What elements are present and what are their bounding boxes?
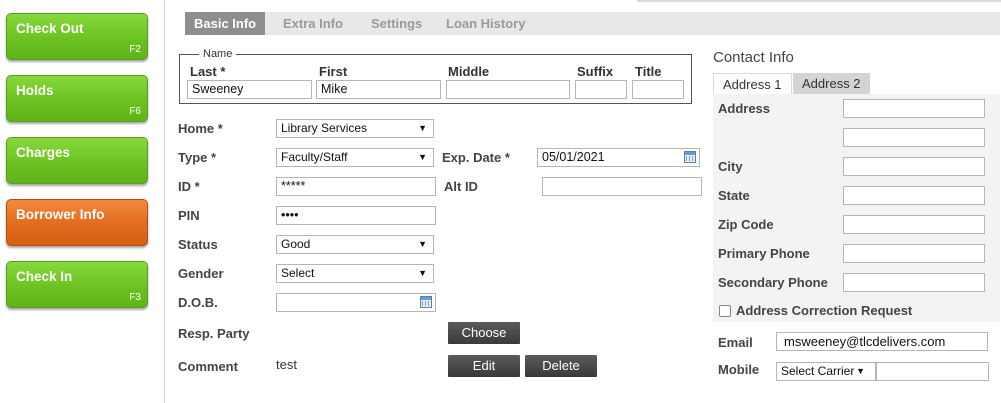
type-select-value: Faculty/Staff (281, 150, 348, 164)
status-select-value: Good (281, 237, 311, 251)
holds-shortcut: F6 (129, 106, 141, 117)
exp-date-value: 05/01/2021 (542, 150, 605, 164)
first-name-label: First (319, 64, 348, 79)
city-input[interactable] (843, 157, 985, 176)
last-name-label: Last * (190, 64, 226, 79)
comment-label: Comment (178, 359, 238, 374)
exp-date-input[interactable]: 05/01/2021 (537, 148, 700, 167)
check-in-label: Check In (16, 269, 73, 284)
gender-select[interactable]: Select ▼ (276, 264, 434, 283)
primary-phone-input[interactable] (843, 244, 985, 263)
check-out-button[interactable]: Check Out F2 (6, 13, 148, 60)
borrower-info-button[interactable]: Borrower Info (6, 199, 148, 246)
tab-extra-info[interactable]: Extra Info (283, 12, 343, 35)
type-select[interactable]: Faculty/Staff ▼ (276, 148, 434, 167)
address-line2-input[interactable] (843, 128, 985, 147)
mobile-input[interactable] (876, 362, 989, 381)
top-divider (637, 0, 1001, 2)
home-select[interactable]: Library Services ▼ (276, 119, 434, 138)
tab-settings[interactable]: Settings (371, 12, 422, 35)
home-dropdown-icon: ▼ (418, 123, 427, 133)
id-input[interactable]: ***** (276, 177, 436, 196)
gender-label: Gender (178, 266, 224, 281)
pin-label: PIN (178, 208, 200, 223)
tab-address-1[interactable]: Address 1 (713, 73, 792, 95)
mobile-label: Mobile (718, 362, 760, 377)
home-label: Home * (178, 121, 223, 136)
status-label: Status (178, 237, 218, 252)
calendar-icon[interactable] (420, 296, 432, 308)
tab-loan-history[interactable]: Loan History (446, 12, 525, 35)
address-line1-input[interactable] (843, 99, 985, 118)
holds-button[interactable]: Holds F6 (6, 75, 148, 122)
gender-dropdown-icon: ▼ (418, 268, 427, 278)
choose-button[interactable]: Choose (448, 322, 520, 344)
charges-button[interactable]: Charges (6, 137, 148, 184)
exp-date-label: Exp. Date * (442, 150, 510, 165)
email-label: Email (718, 335, 753, 350)
zip-code-input[interactable] (843, 215, 985, 234)
dob-input[interactable] (276, 293, 436, 312)
tab-bar: Basic Info Extra Info Settings Loan Hist… (185, 12, 1000, 35)
title-input[interactable] (632, 80, 684, 99)
state-input[interactable] (843, 186, 985, 205)
home-select-value: Library Services (281, 121, 368, 135)
check-out-shortcut: F2 (129, 44, 141, 55)
delete-button[interactable]: Delete (525, 355, 597, 377)
id-label: ID * (178, 179, 200, 194)
gender-select-value: Select (281, 266, 315, 280)
address-correction-label: Address Correction Request (736, 303, 913, 318)
email-input[interactable]: msweeney@tlcdelivers.com (776, 332, 988, 351)
address-label: Address (718, 101, 771, 116)
last-name-input[interactable]: Sweeney (187, 80, 312, 99)
zip-code-label: Zip Code (718, 217, 774, 232)
sidebar-divider (164, 0, 165, 403)
name-legend: Name (199, 48, 237, 60)
comment-value: test (276, 357, 297, 372)
resp-party-label: Resp. Party (178, 326, 250, 341)
status-dropdown-icon: ▼ (418, 239, 427, 249)
secondary-phone-label: Secondary Phone (718, 275, 828, 290)
pin-input[interactable]: •••• (276, 206, 436, 225)
type-dropdown-icon: ▼ (418, 152, 427, 162)
charges-label: Charges (16, 145, 71, 160)
middle-name-input[interactable] (446, 80, 570, 99)
tab-basic-info[interactable]: Basic Info (185, 12, 266, 35)
alt-id-label: Alt ID (444, 179, 478, 194)
first-name-input[interactable]: Mike (316, 80, 441, 99)
carrier-select-value: Select Carrier (781, 364, 855, 378)
check-in-button[interactable]: Check In F3 (6, 261, 148, 308)
check-in-shortcut: F3 (129, 292, 141, 303)
holds-label: Holds (16, 83, 54, 98)
tab-address-2[interactable]: Address 2 (793, 73, 870, 95)
borrower-info-label: Borrower Info (16, 207, 105, 222)
suffix-label: Suffix (577, 64, 614, 79)
carrier-dropdown-icon: ▼ (856, 366, 865, 376)
title-label: Title (635, 64, 662, 79)
address-correction-checkbox[interactable] (719, 305, 731, 317)
primary-phone-label: Primary Phone (718, 246, 810, 261)
alt-id-input[interactable] (542, 177, 702, 196)
contact-info-title: Contact Info (713, 49, 794, 66)
calendar-icon[interactable] (684, 151, 696, 163)
middle-name-label: Middle (448, 64, 490, 79)
suffix-input[interactable] (575, 80, 627, 99)
edit-button[interactable]: Edit (448, 355, 520, 377)
city-label: City (718, 159, 743, 174)
dob-label: D.O.B. (178, 295, 218, 310)
secondary-phone-input[interactable] (843, 273, 985, 292)
status-select[interactable]: Good ▼ (276, 235, 434, 254)
state-label: State (718, 188, 750, 203)
carrier-select[interactable]: Select Carrier ▼ (776, 362, 876, 381)
type-label: Type * (178, 150, 217, 165)
sidebar: Check Out F2 Holds F6 Charges Borrower I… (0, 0, 163, 403)
check-out-label: Check Out (16, 21, 84, 36)
